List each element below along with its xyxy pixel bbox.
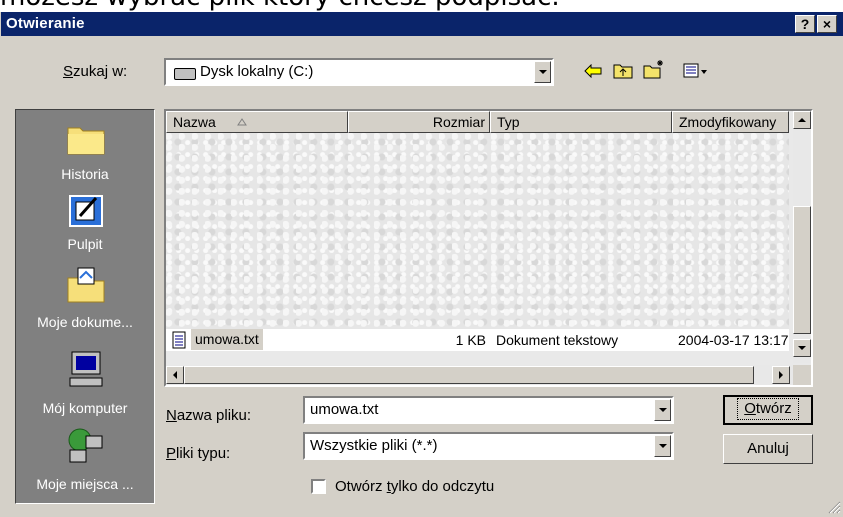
places-bar: Historia Pulpit Moje dokume... Mój kompu… [15,109,155,504]
arrow-up-icon [798,118,806,122]
resize-grip-icon[interactable] [827,500,841,514]
help-button[interactable]: ? [795,15,815,33]
file-row[interactable]: umowa.txt 1 KB Dokument tekstowy 2004-03… [166,329,789,351]
view-menu-icon[interactable] [683,63,709,79]
place-label: Historia [61,166,109,182]
filename-input[interactable]: umowa.txt [303,396,674,424]
readonly-label[interactable]: Otwórz tylko do odczytu [335,478,494,495]
file-size: 1 KB [455,332,486,348]
look-in-value: Dysk lokalny (C:) [200,63,314,80]
back-arrow-icon[interactable] [584,64,602,78]
place-label: Moje dokume... [37,314,133,330]
drive-icon [174,68,196,80]
my-documents-icon [67,267,105,303]
filetype-dropdown-button[interactable] [654,435,671,457]
list-background [166,133,789,333]
network-places-icon [68,428,103,463]
desktop-icon [69,195,103,227]
column-header-type[interactable]: Typ [490,111,672,133]
place-label: Mój komputer [42,400,128,416]
look-in-combo[interactable]: Dysk lokalny (C:) [164,58,554,86]
place-label: Moje miejsca ... [36,476,134,492]
my-computer-icon [69,351,103,387]
arrow-down-icon [798,346,806,350]
file-type: Dokument tekstowy [496,332,619,348]
place-history[interactable]: Historia [16,120,154,190]
arrow-left-icon [173,371,177,379]
column-header-modified[interactable]: Zmodyfikowany [672,111,789,133]
filename-value: umowa.txt [310,401,379,418]
look-in-label: Szukaj w: [63,63,128,80]
filename-dropdown-button[interactable] [654,399,671,421]
dialog-title: Otwieranie [6,15,85,32]
file-list[interactable]: Nazwa Rozmiar Typ Zmodyfikowany umowa.tx… [164,109,813,387]
up-folder-icon[interactable] [613,61,633,79]
place-label: Pulpit [67,236,103,252]
scroll-up-button[interactable] [793,111,811,129]
place-desktop[interactable]: Pulpit [16,194,154,258]
column-header-size[interactable]: Rozmiar [348,111,490,133]
title-bar: Otwieranie ? × [1,12,843,36]
text-file-icon [172,331,186,349]
scroll-corner [793,365,811,385]
history-folder-icon [67,127,105,155]
scroll-right-button[interactable] [772,366,790,384]
horizontal-scroll-thumb[interactable] [184,366,754,384]
arrow-right-icon [779,371,783,379]
look-in-dropdown-button[interactable] [534,61,551,83]
cancel-button[interactable]: Anuluj [723,434,813,464]
place-network[interactable]: Moje miejsca ... [16,426,154,498]
close-button[interactable]: × [817,15,837,33]
file-name: umowa.txt [191,329,263,350]
scroll-down-button[interactable] [793,339,811,357]
filetype-label: Pliki typu: [166,445,231,462]
column-header-name[interactable]: Nazwa [166,111,348,133]
vertical-scrollbar[interactable] [793,111,811,363]
horizontal-scrollbar[interactable] [166,365,793,385]
file-modified: 2004-03-17 13:17 [678,332,789,348]
vertical-scroll-thumb[interactable] [793,206,811,334]
open-dialog: Otwieranie ? × Szukaj w: Dysk lokalny (C… [0,12,843,517]
sort-ascending-icon [237,118,247,126]
filetype-select[interactable]: Wszystkie pliki (*.*) [303,432,674,460]
page-instruction-text: możesz wybrać plik który chcesz podpisać… [0,0,843,12]
new-folder-icon[interactable] [643,59,665,79]
open-button[interactable]: Otwórz [723,395,813,425]
filetype-value: Wszystkie pliki (*.*) [310,437,438,454]
place-my-computer[interactable]: Mój komputer [16,350,154,420]
readonly-checkbox[interactable] [311,479,326,494]
filename-label: Nazwa pliku: [166,407,252,424]
place-my-documents[interactable]: Moje dokume... [16,266,154,342]
scroll-left-button[interactable] [166,366,184,384]
